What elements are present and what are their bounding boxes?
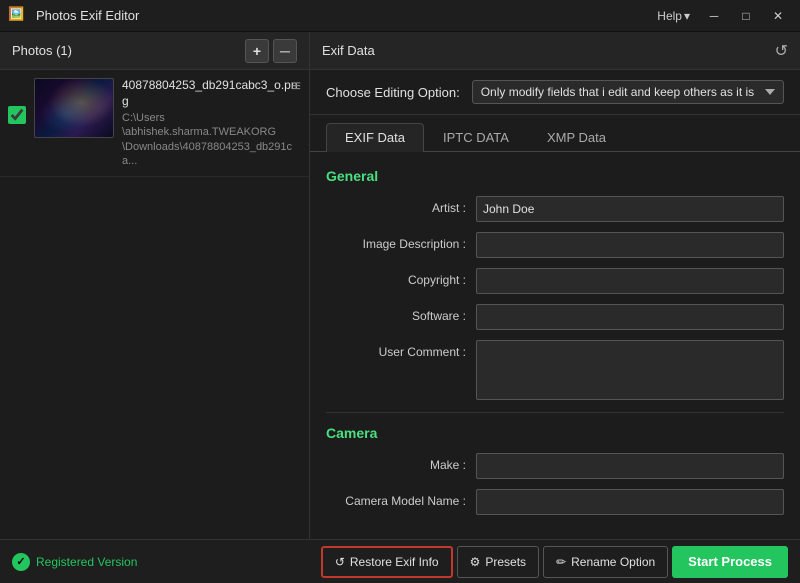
bottom-action-buttons: ↺ Restore Exif Info ⚙ Presets ✏ Rename O… (321, 546, 788, 578)
make-label: Make : (326, 453, 476, 472)
refresh-button[interactable]: ↺ (775, 41, 788, 61)
photos-panel-title: Photos (1) (12, 43, 72, 58)
registered-label: Registered Version (36, 555, 137, 569)
close-button[interactable]: ✕ (764, 6, 792, 26)
presets-button[interactable]: ⚙ Presets (457, 546, 539, 578)
title-bar-right: Help ▾ ─ □ ✕ (651, 6, 792, 26)
start-process-button[interactable]: Start Process (672, 546, 788, 578)
photo-menu-icon[interactable]: ≡ (292, 78, 301, 96)
title-bar-left: 🖼️ Photos Exif Editor (8, 6, 139, 26)
editing-option-select[interactable]: Only modify fields that i edit and keep … (472, 80, 784, 104)
tab-exif-data[interactable]: EXIF Data (326, 123, 424, 152)
image-description-label: Image Description : (326, 232, 476, 251)
photo-thumbnail (34, 78, 114, 138)
app-icon: 🖼️ (8, 6, 28, 26)
tabs-bar: EXIF Data IPTC DATA XMP Data (310, 115, 800, 152)
copyright-row: Copyright : (326, 268, 784, 294)
image-description-row: Image Description : (326, 232, 784, 258)
tab-xmp-data[interactable]: XMP Data (528, 123, 625, 151)
copyright-input[interactable] (476, 268, 784, 294)
tab-iptc-data[interactable]: IPTC DATA (424, 123, 528, 151)
copyright-label: Copyright : (326, 268, 476, 287)
main-layout: Photos (1) + ─ 40878804253_db291cabc3_o.… (0, 32, 800, 539)
make-input[interactable] (476, 453, 784, 479)
presets-label: Presets (485, 555, 526, 569)
title-bar: 🖼️ Photos Exif Editor Help ▾ ─ □ ✕ (0, 0, 800, 32)
photo-path: C:\Users \abhishek.sharma.TWEAKORG \Down… (122, 111, 301, 168)
restore-exif-button[interactable]: ↺ Restore Exif Info (321, 546, 453, 578)
remove-photo-button[interactable]: ─ (273, 39, 297, 63)
photo-checkbox[interactable] (8, 106, 26, 124)
photo-info: 40878804253_db291cabc3_o.png C:\Users \a… (122, 78, 301, 168)
camera-model-label: Camera Model Name : (326, 489, 476, 508)
thumbnail-overlay (35, 79, 113, 137)
user-comment-label: User Comment : (326, 340, 476, 359)
start-process-label: Start Process (688, 554, 772, 569)
minimize-button[interactable]: ─ (700, 6, 728, 26)
restore-exif-label: Restore Exif Info (350, 555, 439, 569)
general-section-title: General (326, 168, 784, 184)
left-panel: Photos (1) + ─ 40878804253_db291cabc3_o.… (0, 32, 310, 539)
registered-icon: ✓ (12, 553, 30, 571)
app-title: Photos Exif Editor (36, 8, 139, 23)
rename-icon: ✏ (556, 555, 566, 569)
restore-icon: ↺ (335, 555, 345, 569)
rename-option-label: Rename Option (571, 555, 655, 569)
photo-filename: 40878804253_db291cabc3_o.png (122, 78, 301, 109)
software-input[interactable] (476, 304, 784, 330)
maximize-button[interactable]: □ (732, 6, 760, 26)
section-divider (326, 412, 784, 413)
panel-header-buttons: + ─ (245, 39, 297, 63)
presets-icon: ⚙ (470, 555, 481, 569)
artist-row: Artist : (326, 196, 784, 222)
content-area: General Artist : Image Description : Cop… (310, 152, 800, 539)
exif-panel-title: Exif Data (322, 43, 375, 58)
camera-model-row: Camera Model Name : (326, 489, 784, 515)
user-comment-textarea[interactable] (476, 340, 784, 400)
add-photo-button[interactable]: + (245, 39, 269, 63)
rename-option-button[interactable]: ✏ Rename Option (543, 546, 668, 578)
artist-label: Artist : (326, 196, 476, 215)
registered-status: ✓ Registered Version (12, 553, 137, 571)
camera-model-input[interactable] (476, 489, 784, 515)
software-row: Software : (326, 304, 784, 330)
right-panel: Exif Data ↺ Choose Editing Option: Only … (310, 32, 800, 539)
photos-panel-header: Photos (1) + ─ (0, 32, 309, 70)
exif-panel-header: Exif Data ↺ (310, 32, 800, 70)
image-description-input[interactable] (476, 232, 784, 258)
editing-option-label: Choose Editing Option: (326, 85, 460, 100)
camera-section-title: Camera (326, 425, 784, 441)
help-button[interactable]: Help ▾ (651, 7, 696, 25)
bottom-bar: ✓ Registered Version ↺ Restore Exif Info… (0, 539, 800, 583)
photo-list-item: 40878804253_db291cabc3_o.png C:\Users \a… (0, 70, 309, 177)
artist-input[interactable] (476, 196, 784, 222)
editing-option-bar: Choose Editing Option: Only modify field… (310, 70, 800, 115)
software-label: Software : (326, 304, 476, 323)
user-comment-row: User Comment : (326, 340, 784, 400)
make-row: Make : (326, 453, 784, 479)
